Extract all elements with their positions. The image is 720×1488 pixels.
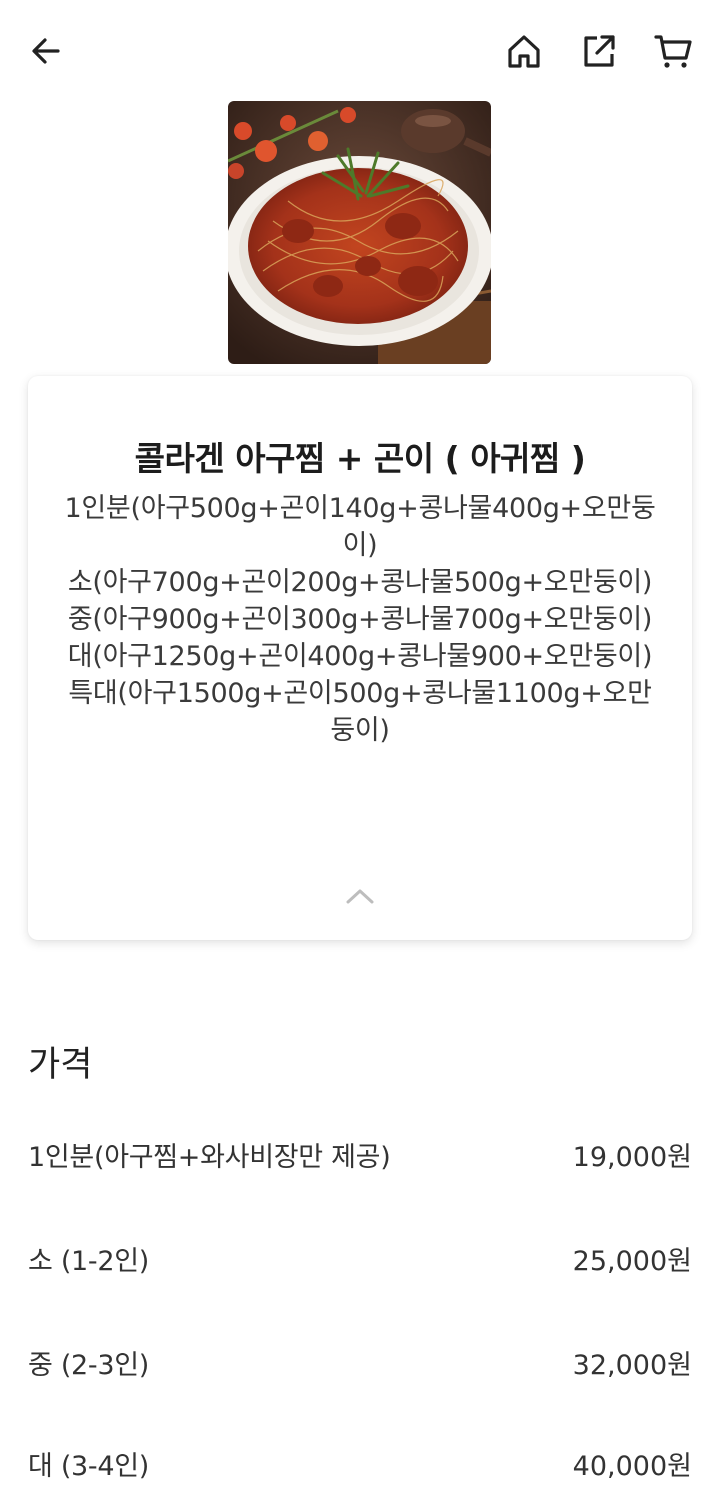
price-option-name: 1인분(아구찜+와사비장만 제공)	[28, 1142, 391, 1173]
price-option-value: 32,000원	[572, 1350, 692, 1381]
price-row: 소 (1-2인) 25,000원	[28, 1239, 692, 1283]
description-line: 특대(아구1500g+곤이500g+콩나물1100g+오만둥이)	[68, 678, 652, 746]
share-icon[interactable]	[577, 29, 621, 73]
price-row: 대 (3-4인) 40,000원	[28, 1444, 692, 1488]
price-row: 중 (2-3인) 32,000원	[28, 1343, 692, 1387]
description-line: 소(아구700g+곤이200g+콩나물500g+오만둥이)	[67, 567, 653, 598]
top-bar	[0, 0, 720, 100]
product-info-card: 콜라겐 아구찜 + 곤이 ( 아귀찜 ) 1인분(아구500g+곤이140g+콩…	[28, 376, 692, 940]
price-row: 1인분(아구찜+와사비장만 제공) 19,000원	[28, 1135, 692, 1179]
price-option-value: 25,000원	[572, 1246, 692, 1277]
price-option-name: 소 (1-2인)	[28, 1246, 150, 1277]
description-line: 1인분(아구500g+곤이140g+콩나물400g+오만둥이)	[64, 493, 656, 561]
price-option-name: 대 (3-4인)	[28, 1451, 150, 1482]
price-option-value: 40,000원	[572, 1451, 692, 1482]
price-option-name: 중 (2-3인)	[28, 1350, 150, 1381]
back-arrow-icon[interactable]	[24, 29, 68, 73]
price-option-value: 19,000원	[572, 1142, 692, 1173]
product-description: 1인분(아구500g+곤이140g+콩나물400g+오만둥이) 소(아구700g…	[58, 490, 662, 749]
cart-icon[interactable]	[651, 29, 695, 73]
description-line: 중(아구900g+곤이300g+콩나물700g+오만둥이)	[67, 604, 653, 635]
description-line: 대(아구1250g+곤이400g+콩나물900+오만둥이)	[67, 641, 653, 672]
home-icon[interactable]	[502, 29, 546, 73]
product-title: 콜라겐 아구찜 + 곤이 ( 아귀찜 )	[134, 439, 586, 478]
price-section-title: 가격	[28, 1045, 93, 1085]
chevron-up-icon[interactable]	[338, 878, 382, 914]
product-image	[228, 101, 491, 364]
